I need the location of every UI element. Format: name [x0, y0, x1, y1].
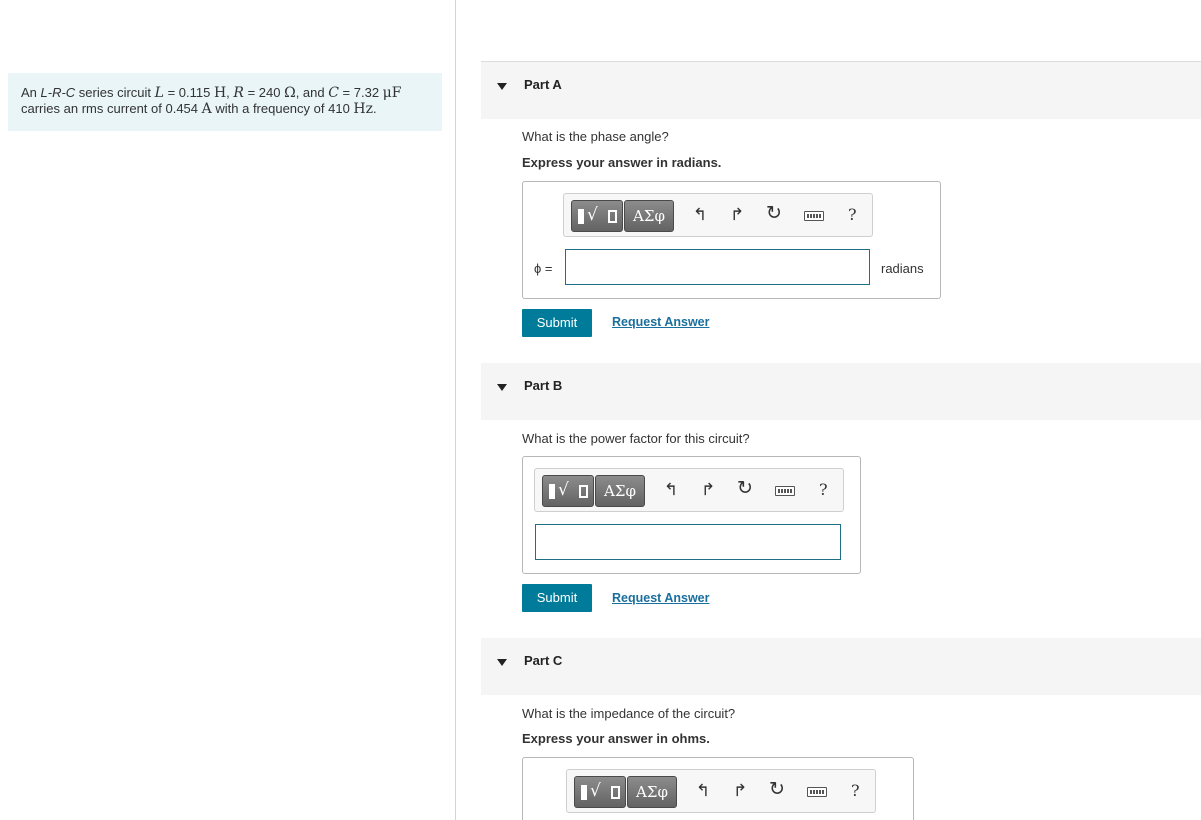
undo-icon[interactable]: ↰: [696, 781, 710, 801]
part-b-question: What is the power factor for this circui…: [522, 431, 750, 446]
templates-button[interactable]: √: [574, 776, 626, 808]
collapse-caret-icon[interactable]: [497, 659, 507, 666]
part-b-answer-box: √ ΑΣφ ↰ ↱ ↻ ?: [522, 456, 861, 574]
problem-text: .: [373, 101, 377, 116]
request-answer-link[interactable]: Request Answer: [612, 591, 709, 605]
template-box-icon: [611, 786, 620, 799]
redo-icon[interactable]: ↱: [733, 781, 747, 801]
part-a-answer-box: √ ΑΣφ ↰ ↱ ↻ ? ϕ = radians: [522, 181, 941, 299]
submit-button[interactable]: Submit: [522, 584, 592, 612]
part-a-header[interactable]: Part A: [481, 62, 1201, 119]
collapse-caret-icon[interactable]: [497, 83, 507, 90]
redo-icon[interactable]: ↱: [730, 205, 744, 225]
reset-icon[interactable]: ↻: [766, 203, 782, 223]
symbols-button[interactable]: ΑΣφ: [627, 776, 677, 808]
keyboard-icon[interactable]: [775, 486, 795, 496]
radical-icon: √: [590, 781, 601, 801]
inductance-value: = 0.115: [163, 85, 214, 100]
unit-label: radians: [881, 261, 924, 276]
problem-text: , and: [295, 85, 329, 100]
undo-icon[interactable]: ↰: [693, 205, 707, 225]
redo-icon[interactable]: ↱: [701, 480, 715, 500]
circuit-type: L-R-C: [40, 85, 76, 100]
radical-icon: √: [587, 205, 598, 225]
part-a-question: What is the phase angle?: [522, 129, 669, 144]
problem-text: An: [21, 85, 41, 100]
reset-icon[interactable]: ↻: [769, 779, 785, 799]
frequency-unit: Hz: [353, 101, 374, 117]
template-block-icon: [581, 785, 587, 800]
inductance-unit: H: [213, 85, 227, 101]
part-b-title: Part B: [524, 378, 563, 393]
keyboard-icon[interactable]: [807, 787, 827, 797]
part-b-header[interactable]: Part B: [481, 363, 1201, 420]
part-c-question: What is the impedance of the circuit?: [522, 706, 736, 721]
symbols-button[interactable]: ΑΣφ: [624, 200, 674, 232]
part-c-answer-box: √ ΑΣφ ↰ ↱ ↻ ?: [522, 757, 914, 820]
inductance-symbol: L: [154, 85, 164, 101]
template-box-icon: [579, 485, 588, 498]
math-toolbar: √ ΑΣφ ↰ ↱ ↻ ?: [566, 769, 876, 813]
resistance-symbol: R: [233, 85, 244, 101]
undo-icon[interactable]: ↰: [664, 480, 678, 500]
help-button[interactable]: ?: [848, 205, 857, 224]
capacitance-value: = 7.32: [338, 85, 383, 100]
resistance-unit: Ω: [284, 85, 296, 101]
templates-button[interactable]: √: [542, 475, 594, 507]
collapse-caret-icon[interactable]: [497, 384, 507, 391]
capacitance-symbol: C: [328, 85, 339, 101]
help-button[interactable]: ?: [851, 781, 860, 800]
templates-button[interactable]: √: [571, 200, 623, 232]
problem-text: series circuit: [75, 85, 155, 100]
phase-variable-label: ϕ =: [534, 261, 553, 276]
capacitance-unit: μF: [382, 85, 402, 101]
problem-text: carries an rms current of 0.454: [21, 101, 202, 116]
problem-statement: An L-R-C series circuit L = 0.115 H, R =…: [8, 73, 442, 131]
page: An L-R-C series circuit L = 0.115 H, R =…: [0, 0, 1201, 820]
template-block-icon: [549, 484, 555, 499]
left-panel: An L-R-C series circuit L = 0.115 H, R =…: [0, 0, 456, 820]
template-box-icon: [608, 210, 617, 223]
reset-icon[interactable]: ↻: [737, 478, 753, 498]
submit-button[interactable]: Submit: [522, 309, 592, 337]
symbols-button[interactable]: ΑΣφ: [595, 475, 645, 507]
part-a-instruction: Express your answer in radians.: [522, 155, 722, 170]
phase-angle-input[interactable]: [565, 249, 870, 285]
problem-text: with a frequency of 410: [211, 101, 354, 116]
request-answer-link[interactable]: Request Answer: [612, 315, 709, 329]
part-c-instruction: Express your answer in ohms.: [522, 731, 710, 746]
resistance-value: = 240: [243, 85, 285, 100]
keyboard-icon[interactable]: [804, 211, 824, 221]
radical-icon: √: [558, 480, 569, 500]
math-toolbar: √ ΑΣφ ↰ ↱ ↻ ?: [534, 468, 844, 512]
template-block-icon: [578, 209, 584, 224]
help-button[interactable]: ?: [819, 480, 828, 499]
part-c-title: Part C: [524, 653, 563, 668]
math-toolbar: √ ΑΣφ ↰ ↱ ↻ ?: [563, 193, 873, 237]
power-factor-input[interactable]: [535, 524, 841, 560]
current-unit: A: [201, 101, 212, 117]
part-a-title: Part A: [524, 77, 562, 92]
part-c-header[interactable]: Part C: [481, 638, 1201, 695]
